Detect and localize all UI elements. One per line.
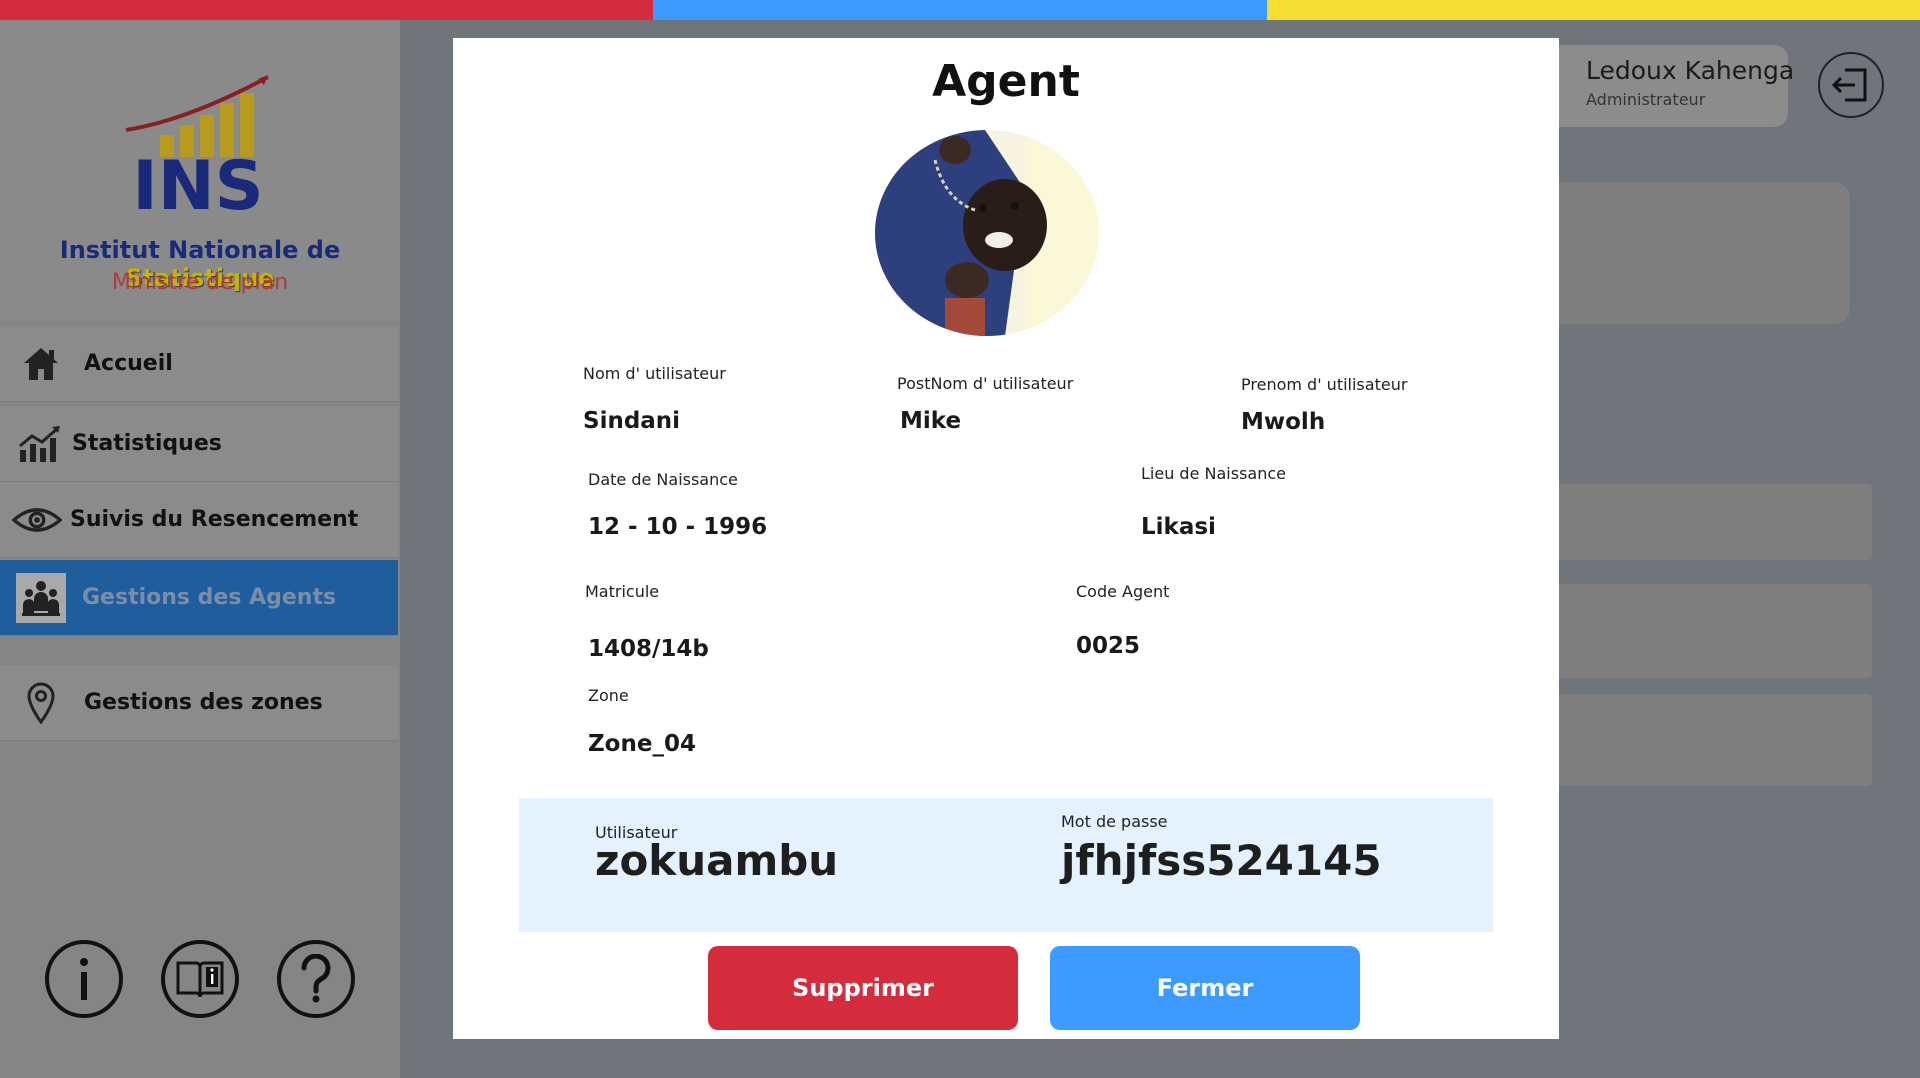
postnom-label: PostNom d' utilisateur	[897, 374, 1074, 393]
stripe-yellow	[1267, 0, 1920, 20]
eye-icon	[12, 495, 62, 545]
mot-de-passe-label: Mot de passe	[1061, 812, 1168, 831]
background-panel	[1540, 694, 1872, 786]
sidebar-logo-area: INS Institut Nationale de Statistique Mi…	[0, 20, 400, 320]
lieu-naissance-label: Lieu de Naissance	[1141, 464, 1286, 483]
stripe-blue	[653, 0, 1267, 20]
agent-avatar	[875, 130, 1099, 336]
svg-text:INS: INS	[132, 147, 263, 215]
lieu-naissance-value: Likasi	[1141, 514, 1216, 540]
utilisateur-value: zokuambu	[595, 836, 839, 885]
sidebar-item-gestions-agents[interactable]: Gestions des Agents	[0, 560, 398, 636]
chart-icon	[14, 419, 64, 469]
modal-title: Agent	[932, 56, 1080, 107]
date-naissance-label: Date de Naissance	[588, 470, 738, 489]
ins-logo-icon: INS	[125, 75, 269, 215]
sidebar-item-statistiques[interactable]: Statistiques	[0, 406, 398, 482]
zone-value: Zone_04	[588, 731, 696, 757]
info-icon[interactable]	[45, 940, 123, 1018]
sidebar-item-label: Statistiques	[72, 431, 222, 456]
background-panel	[1540, 584, 1872, 678]
agents-icon	[16, 572, 66, 623]
help-icon[interactable]	[277, 940, 355, 1018]
nom-label: Nom d' utilisateur	[583, 364, 726, 383]
matricule-value: 1408/14b	[588, 636, 709, 662]
book-info-icon[interactable]	[161, 940, 239, 1018]
location-pin-icon	[16, 678, 66, 728]
home-icon	[16, 339, 66, 389]
credentials-box: Utilisateur zokuambu Mot de passe jfhjfs…	[519, 798, 1493, 932]
sidebar-item-label: Accueil	[84, 351, 173, 376]
prenom-value: Mwolh	[1241, 409, 1326, 435]
code-agent-label: Code Agent	[1076, 582, 1170, 601]
postnom-value: Mike	[900, 408, 962, 434]
top-color-stripes	[0, 0, 1920, 20]
org-name-part1: Institut Nationale de	[59, 236, 341, 264]
background-panel	[1540, 484, 1872, 560]
sidebar-item-label: Gestions des Agents	[82, 585, 337, 610]
stripe-red	[0, 0, 653, 20]
fermer-button[interactable]: Fermer	[1050, 946, 1360, 1030]
sidebar-bottom-actions	[45, 940, 355, 1018]
user-role: Administrateur	[1586, 90, 1706, 109]
logout-icon[interactable]	[1818, 52, 1884, 118]
sidebar-item-label: Suivis du Resencement	[70, 507, 359, 532]
code-agent-value: 0025	[1076, 633, 1141, 659]
user-name: Ledoux Kahenga	[1586, 56, 1795, 85]
ministry-name: Ministre de plan	[111, 270, 289, 295]
sidebar-item-suivis[interactable]: Suivis du Resencement	[0, 482, 398, 558]
supprimer-button[interactable]: Supprimer	[708, 946, 1018, 1030]
nom-value: Sindani	[583, 408, 681, 434]
sidebar: INS Institut Nationale de Statistique Mi…	[0, 20, 400, 1078]
agent-detail-modal: Agent Nom d' utilisateur Sindani PostNom…	[453, 38, 1559, 1039]
matricule-label: Matricule	[585, 582, 660, 601]
sidebar-item-label: Gestions des zones	[84, 690, 323, 715]
mot-de-passe-value: jfhjfss524145	[1061, 836, 1382, 885]
sidebar-item-accueil[interactable]: Accueil	[0, 326, 398, 402]
sidebar-item-gestions-zones[interactable]: Gestions des zones	[0, 665, 398, 741]
prenom-label: Prenom d' utilisateur	[1241, 375, 1408, 394]
zone-label: Zone	[588, 686, 629, 705]
background-panel	[1540, 182, 1850, 324]
date-naissance-value: 12 - 10 - 1996	[588, 514, 768, 540]
